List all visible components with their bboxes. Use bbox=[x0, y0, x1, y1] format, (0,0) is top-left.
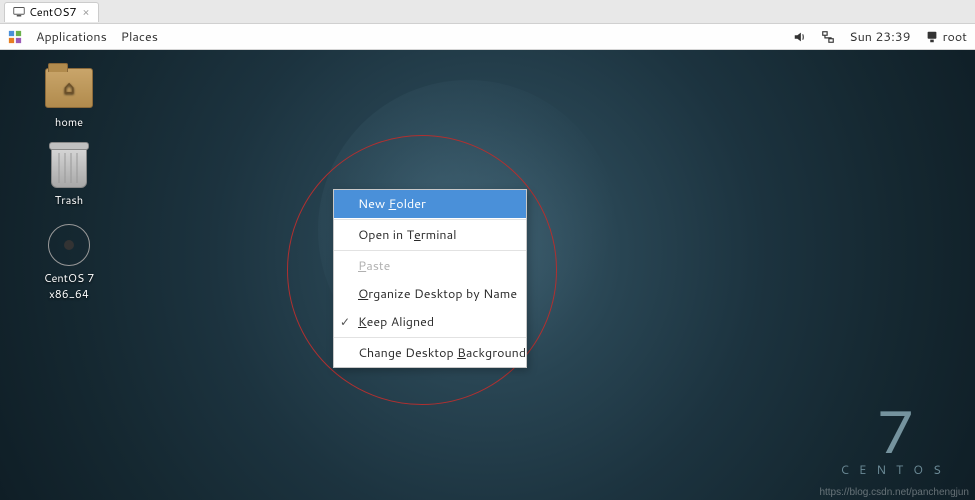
vm-tab-label: CentOS7 bbox=[29, 4, 77, 20]
top-bar-right: Sun 23:39 root bbox=[793, 28, 967, 46]
applications-menu[interactable]: Applications bbox=[36, 28, 107, 46]
ctx-text: ackground bbox=[466, 344, 526, 362]
volume-icon[interactable] bbox=[793, 30, 807, 44]
ctx-accel: P bbox=[358, 257, 366, 275]
desktop-icon-label: Trash bbox=[24, 192, 114, 208]
check-icon: ✓ bbox=[340, 313, 350, 330]
top-bar-left: Applications Places bbox=[8, 28, 158, 46]
ctx-keep-aligned[interactable]: ✓ Keep Aligned bbox=[334, 308, 526, 336]
disc-icon bbox=[45, 224, 93, 266]
ctx-paste: Paste bbox=[334, 252, 526, 280]
ctx-accel: B bbox=[457, 344, 466, 362]
vm-monitor-icon bbox=[13, 6, 25, 18]
ctx-text: older bbox=[396, 195, 426, 213]
user-menu[interactable]: root bbox=[925, 28, 967, 46]
clock[interactable]: Sun 23:39 bbox=[849, 28, 910, 46]
activities-icon[interactable] bbox=[8, 30, 22, 44]
desktop[interactable]: ⌂ home Trash CentOS 7 x86_64 New Folder … bbox=[0, 50, 975, 500]
ctx-open-terminal[interactable]: Open in Terminal bbox=[334, 221, 526, 249]
places-menu[interactable]: Places bbox=[121, 28, 158, 46]
vm-tab[interactable]: CentOS7 × bbox=[4, 2, 99, 22]
user-icon bbox=[925, 30, 939, 44]
desktop-context-menu: New Folder Open in Terminal Paste Organi… bbox=[333, 189, 527, 368]
ctx-separator bbox=[334, 250, 526, 251]
desktop-icon-trash[interactable]: Trash bbox=[24, 146, 114, 208]
ctx-accel: e bbox=[414, 226, 421, 244]
centos-brand: 7 CENTOS bbox=[840, 401, 951, 478]
vm-tab-strip: CentOS7 × bbox=[0, 0, 975, 24]
ctx-text: eep Aligned bbox=[367, 313, 434, 331]
desktop-icon-disc[interactable]: CentOS 7 x86_64 bbox=[24, 224, 114, 302]
gnome-top-bar: Applications Places Sun 23:39 root bbox=[0, 24, 975, 50]
ctx-accel: K bbox=[358, 313, 367, 331]
desktop-icon-home[interactable]: ⌂ home bbox=[24, 68, 114, 130]
trash-icon bbox=[45, 146, 93, 188]
folder-home-icon: ⌂ bbox=[45, 68, 93, 110]
user-name: root bbox=[943, 28, 967, 46]
centos-seven: 7 bbox=[840, 401, 951, 461]
ctx-text: New bbox=[358, 195, 389, 213]
desktop-icon-label: CentOS 7 x86_64 bbox=[24, 270, 114, 302]
ctx-text: Open in T bbox=[358, 226, 414, 244]
network-icon[interactable] bbox=[821, 30, 835, 44]
centos-name: CENTOS bbox=[840, 461, 951, 478]
ctx-organize-by-name[interactable]: Organize Desktop by Name bbox=[334, 280, 526, 308]
ctx-change-background[interactable]: Change Desktop Background bbox=[334, 339, 526, 367]
ctx-text: aste bbox=[366, 257, 390, 275]
ctx-separator bbox=[334, 219, 526, 220]
desktop-icon-label: home bbox=[24, 114, 114, 130]
ctx-accel: O bbox=[358, 285, 368, 303]
ctx-text: rganize Desktop by Name bbox=[368, 285, 517, 303]
close-icon[interactable]: × bbox=[83, 4, 90, 20]
ctx-text: Change Desktop bbox=[358, 344, 457, 362]
ctx-separator bbox=[334, 337, 526, 338]
ctx-new-folder[interactable]: New Folder bbox=[334, 190, 526, 218]
ctx-text: rminal bbox=[421, 226, 457, 244]
watermark: https://blog.csdn.net/panchengjun bbox=[819, 487, 969, 498]
